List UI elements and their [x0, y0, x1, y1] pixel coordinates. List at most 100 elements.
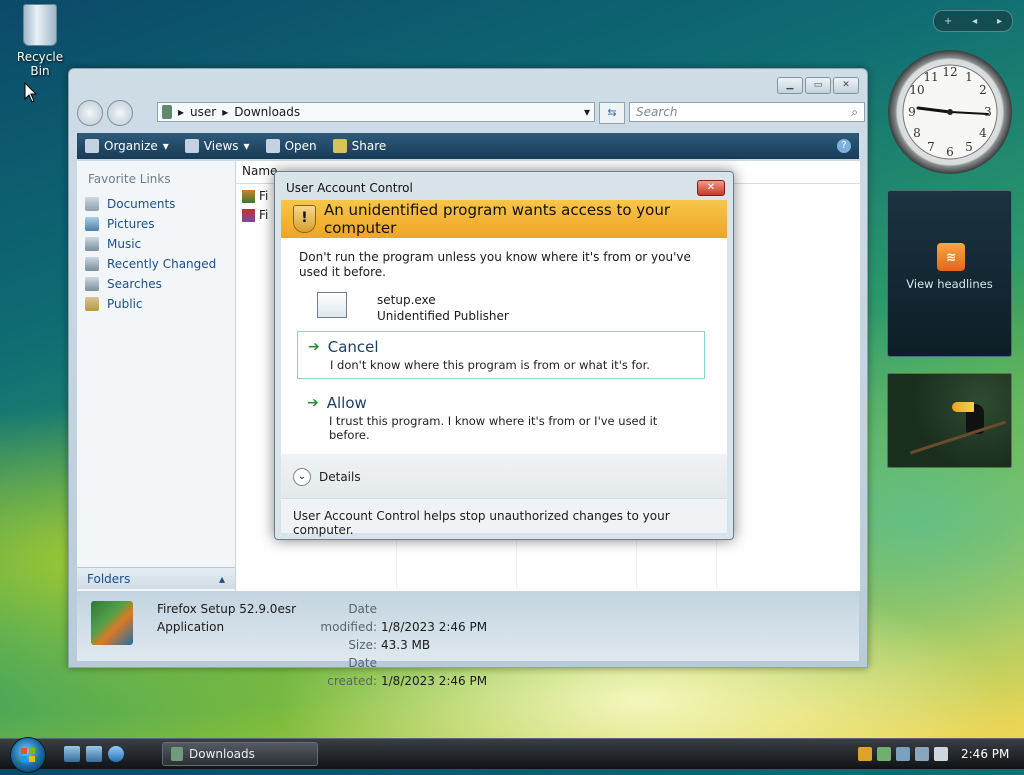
svg-text:8: 8 [913, 126, 921, 140]
open-icon [265, 139, 280, 153]
organize-button[interactable]: Organize ▾ [85, 139, 169, 153]
slideshow-gadget[interactable] [887, 373, 1012, 468]
recycle-bin-label: Recycle Bin [16, 50, 64, 78]
maximize-button[interactable]: ▭ [805, 77, 831, 94]
close-button[interactable]: ✕ [833, 77, 859, 94]
cancel-option-button[interactable]: ➔ Cancel I don't know where this program … [297, 331, 705, 379]
searches-icon [85, 277, 99, 291]
folders-toggle[interactable]: Folders ▴ [77, 567, 235, 589]
svg-text:6: 6 [946, 145, 954, 159]
mouse-cursor-icon [24, 82, 38, 103]
back-button[interactable] [77, 100, 103, 126]
forward-button[interactable] [106, 100, 133, 126]
clock-gadget[interactable]: 12 12 345 678 91011 [888, 50, 1012, 174]
refresh-button[interactable]: ⇆ [599, 102, 625, 124]
chevron-down-icon[interactable]: ▾ [584, 105, 590, 119]
internet-explorer-icon[interactable] [108, 746, 124, 762]
firefox-icon [242, 189, 255, 203]
column-header-name[interactable]: Name [242, 164, 277, 178]
search-input[interactable]: Search ⌕ [629, 102, 865, 122]
favorite-link-public[interactable]: Public [77, 294, 235, 314]
svg-text:5: 5 [965, 140, 973, 154]
favorite-links-title: Favorite Links [88, 172, 171, 186]
program-info: setup.exe Unidentified Publisher [377, 292, 509, 324]
clock-time[interactable]: 2:46 PM [961, 747, 1009, 761]
svg-text:4: 4 [979, 126, 987, 140]
program-name: setup.exe [377, 293, 436, 307]
views-label: Views [203, 139, 239, 153]
command-toolbar: Organize ▾ Views ▾ Open Share ? [77, 133, 859, 159]
search-icon[interactable]: ⌕ [851, 105, 858, 120]
chevron-down-icon: ▾ [243, 139, 250, 153]
svg-text:9: 9 [908, 105, 916, 119]
next-icon[interactable]: ▸ [997, 16, 1002, 27]
file-row[interactable]: Fi [242, 189, 268, 203]
breadcrumb-user[interactable]: user [190, 105, 216, 119]
cancel-option-label: Cancel [327, 338, 379, 356]
file-icon [242, 208, 255, 222]
show-desktop-icon[interactable] [64, 746, 80, 762]
allow-option-button[interactable]: ➔ Allow I trust this program. I know wher… [297, 388, 705, 448]
open-button[interactable]: Open [265, 139, 317, 153]
favorite-link-label: Music [107, 237, 142, 251]
search-placeholder: Search [636, 105, 678, 119]
open-label: Open [284, 139, 317, 153]
window-controls: ▁ ▭ ✕ [777, 77, 859, 94]
date-created-value: 1/8/2023 2:46 PM [381, 674, 488, 688]
details-file-type: Application [157, 620, 225, 634]
svg-text:10: 10 [909, 83, 924, 97]
security-center-icon[interactable] [896, 747, 910, 761]
folders-label: Folders [87, 571, 131, 586]
add-gadget-icon[interactable]: + [944, 16, 952, 27]
address-bar[interactable]: ▸ user ▸ Downloads ▾ [157, 102, 595, 122]
toucan-beak [952, 402, 974, 412]
views-button[interactable]: Views ▾ [184, 139, 250, 153]
file-row[interactable]: Fi [242, 208, 268, 222]
feed-headlines-gadget[interactable]: ≋ View headlines [887, 190, 1012, 357]
details-file-info: Firefox Setup 52.9.0esr Application [157, 600, 296, 636]
file-name: Fi [259, 189, 269, 203]
quick-launch [64, 746, 124, 762]
switch-windows-icon[interactable] [86, 746, 102, 762]
previous-icon[interactable]: ◂ [972, 16, 977, 27]
task-label: Downloads [189, 747, 255, 761]
recycle-bin-icon[interactable]: Recycle Bin [6, 2, 74, 78]
favorite-link-searches[interactable]: Searches [77, 274, 235, 294]
network-icon[interactable] [915, 747, 929, 761]
svg-text:2: 2 [979, 83, 987, 97]
share-button[interactable]: Share [332, 139, 386, 153]
uac-close-button[interactable]: ✕ [697, 180, 725, 196]
favorite-link-music[interactable]: Music [77, 234, 235, 254]
shield-warning-icon: ! [293, 205, 316, 233]
shield-icon[interactable] [858, 747, 872, 761]
organize-label: Organize [104, 139, 158, 153]
breadcrumb-separator-icon: ▸ [222, 105, 229, 119]
svg-text:7: 7 [927, 140, 935, 154]
taskbar-downloads-button[interactable]: Downloads [162, 742, 318, 766]
chevron-up-icon: ▴ [218, 571, 225, 586]
date-created-label: Date created: [327, 656, 377, 688]
uac-title: User Account Control [286, 181, 413, 195]
favorite-link-recently-changed[interactable]: Recently Changed [77, 254, 235, 274]
update-icon[interactable] [877, 747, 891, 761]
share-icon [332, 139, 347, 153]
pictures-icon [85, 217, 99, 231]
navigation-bar: ▸ user ▸ Downloads ▾ ⇆ Search ⌕ [77, 100, 867, 128]
favorite-link-documents[interactable]: Documents [77, 194, 235, 214]
organize-icon [85, 139, 99, 153]
favorite-link-label: Documents [107, 197, 176, 211]
favorite-link-label: Public [107, 297, 143, 311]
cancel-option-description: I don't know where this program is from … [330, 358, 650, 372]
branch [909, 420, 1007, 455]
documents-icon [85, 197, 99, 211]
details-expander[interactable]: ⌄ Details [281, 454, 727, 498]
trash-icon [23, 4, 57, 46]
favorite-link-pictures[interactable]: Pictures [77, 214, 235, 234]
file-name: Fi [259, 208, 269, 222]
minimize-button[interactable]: ▁ [777, 77, 803, 94]
svg-text:3: 3 [984, 105, 992, 119]
svg-text:12: 12 [942, 65, 957, 79]
help-icon[interactable]: ? [837, 139, 851, 153]
volume-muted-icon[interactable] [934, 747, 948, 761]
breadcrumb-downloads[interactable]: Downloads [234, 105, 300, 119]
